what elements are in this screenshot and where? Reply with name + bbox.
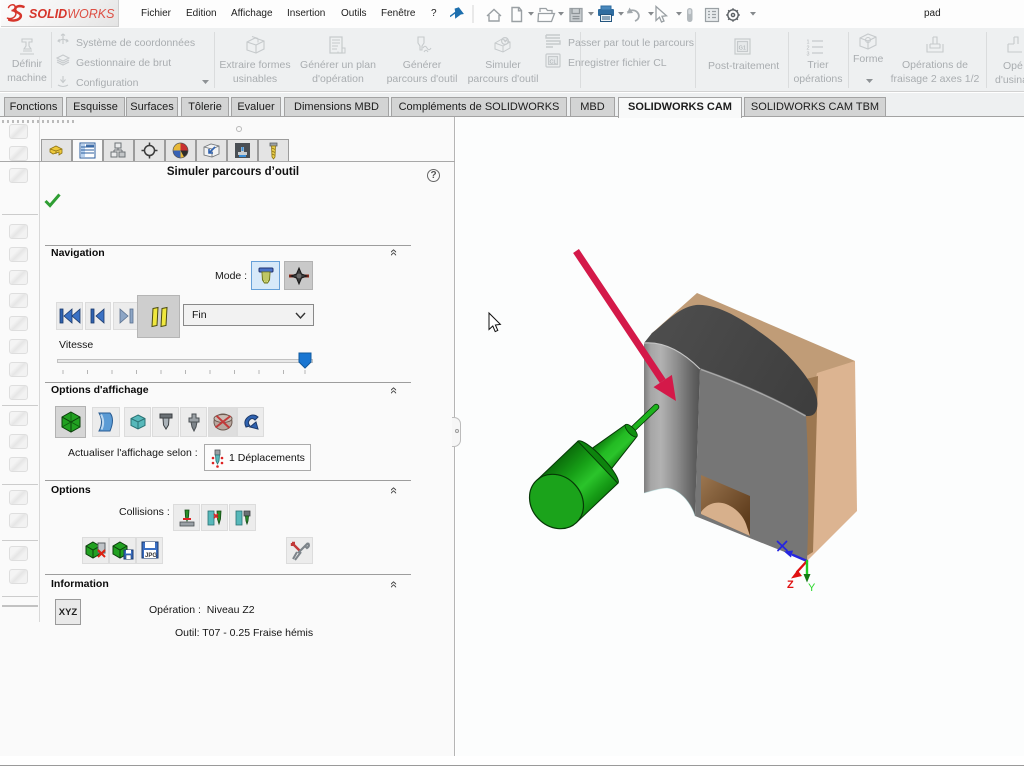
- svg-text:CL: CL: [550, 60, 557, 66]
- svg-text:3: 3: [807, 52, 810, 58]
- svg-text:JPG: JPG: [145, 553, 157, 559]
- svg-text:Y: Y: [808, 582, 816, 594]
- svg-text:Z: Z: [787, 579, 794, 591]
- svg-text:G1: G1: [739, 45, 746, 51]
- svg-text:SOLIDWORKS: SOLIDWORKS: [29, 7, 115, 21]
